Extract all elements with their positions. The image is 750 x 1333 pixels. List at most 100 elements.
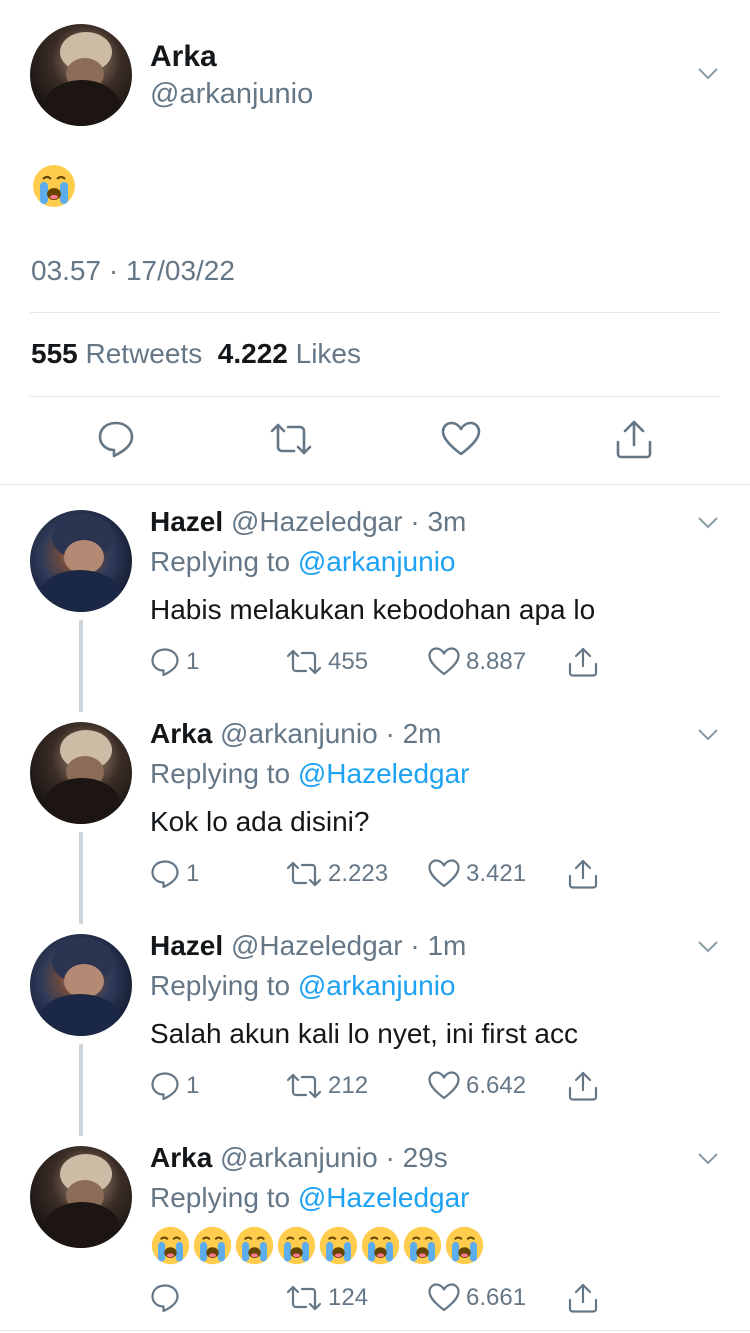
avatar[interactable] (30, 510, 132, 612)
loudly-crying-face-icon (193, 1226, 232, 1265)
retweet-action[interactable]: 2.223 (286, 858, 388, 890)
reply-action[interactable]: 1 (150, 646, 199, 678)
loudly-crying-face-icon (235, 1226, 274, 1265)
tweet-timestamp: 03.57 · 17/03/22 (31, 255, 235, 286)
chevron-down-icon[interactable] (697, 1147, 719, 1169)
time-separator: · (377, 718, 403, 749)
reply-text: Kok lo ada disini? (150, 806, 370, 837)
share-icon (568, 1071, 598, 1101)
share-action[interactable] (567, 858, 605, 890)
share-icon (568, 859, 598, 889)
avatar[interactable] (30, 24, 132, 126)
reply-icon (151, 1284, 179, 1313)
reply-action[interactable]: 1 (150, 858, 199, 890)
mention-link[interactable]: @arkanjunio (298, 970, 456, 1001)
like-action[interactable]: 3.421 (428, 858, 526, 890)
divider (0, 1330, 750, 1331)
replying-to: Replying to @arkanjunio (150, 970, 456, 1002)
reply-icon (151, 648, 179, 677)
like-action[interactable]: 8.887 (428, 646, 526, 678)
share-icon (568, 647, 598, 677)
share-icon[interactable] (614, 418, 654, 460)
retweets-count: 555 (31, 338, 78, 369)
loudly-crying-face-icon (319, 1226, 358, 1265)
reply-actions: 1 2.223 3.421 (150, 858, 600, 890)
share-action[interactable] (567, 646, 605, 678)
author-handle: @arkanjunio (220, 718, 378, 749)
reply-action[interactable] (150, 1282, 186, 1314)
reply-author[interactable]: Arka @arkanjunio · 2m (150, 718, 441, 750)
thread-line (79, 620, 83, 712)
like-action[interactable]: 6.642 (428, 1070, 526, 1102)
divider (30, 312, 720, 313)
like-count: 6.661 (466, 1284, 527, 1311)
reply-actions: 1 212 6.642 (150, 1070, 600, 1102)
share-icon (568, 1283, 598, 1313)
author-name: Hazel (150, 506, 224, 537)
reply-actions: 1 455 8.887 (150, 646, 600, 678)
reply-icon (151, 860, 179, 889)
reply-author[interactable]: Arka @arkanjunio · 29s (150, 1142, 448, 1174)
reply-icon[interactable] (97, 420, 135, 458)
author-handle: @arkanjunio (220, 1142, 378, 1173)
like-count: 6.642 (466, 1072, 527, 1099)
avatar[interactable] (30, 934, 132, 1036)
retweet-icon (286, 861, 322, 887)
loudly-crying-face-icon (403, 1226, 442, 1265)
avatar[interactable] (30, 722, 132, 824)
reply-author[interactable]: Hazel @Hazeledgar · 1m (150, 930, 466, 962)
share-action[interactable] (567, 1282, 605, 1314)
tweet-stats[interactable]: 555 Retweets 4.222 Likes (31, 338, 361, 370)
reply-action[interactable]: 1 (150, 1070, 199, 1102)
like-count: 8.887 (466, 648, 527, 675)
loudly-crying-face-icon (33, 165, 75, 207)
reply-text: Habis melakukan kebodohan apa lo (150, 594, 596, 625)
chevron-down-icon[interactable] (697, 511, 719, 533)
loudly-crying-face-icon (277, 1226, 316, 1265)
like-icon (428, 859, 460, 888)
author-name: Arka (150, 718, 213, 749)
loudly-crying-face-icon (445, 1226, 484, 1265)
like-icon[interactable] (441, 421, 481, 457)
retweet-count: 455 (328, 648, 369, 675)
likes-count: 4.222 (217, 338, 288, 369)
like-icon (428, 1283, 460, 1312)
replying-to: Replying to @Hazeledgar (150, 758, 470, 790)
retweet-icon (286, 649, 322, 675)
reply-count: 1 (186, 648, 200, 675)
avatar[interactable] (30, 1146, 132, 1248)
replying-prefix: Replying to (150, 758, 291, 789)
like-icon (428, 647, 460, 676)
retweet-action[interactable]: 124 (286, 1282, 368, 1314)
reply-author[interactable]: Hazel @Hazeledgar · 3m (150, 506, 466, 538)
reply-text: Salah akun kali lo nyet, ini first acc (150, 1018, 578, 1049)
author-handle[interactable]: @arkanjunio (150, 78, 313, 111)
replying-prefix: Replying to (150, 546, 291, 577)
retweet-count: 212 (328, 1072, 369, 1099)
replying-prefix: Replying to (150, 1182, 291, 1213)
retweet-icon[interactable] (269, 420, 313, 458)
time-separator: · (377, 1142, 403, 1173)
retweet-action[interactable]: 212 (286, 1070, 368, 1102)
author-name: Arka (150, 1142, 213, 1173)
like-action[interactable]: 6.661 (428, 1282, 526, 1314)
reply-emoji-text (150, 1225, 485, 1266)
mention-link[interactable]: @Hazeledgar (298, 758, 470, 789)
author-handle: @Hazeledgar (230, 930, 403, 961)
time-separator: · (402, 930, 428, 961)
chevron-down-icon[interactable] (697, 723, 719, 745)
author-name[interactable]: Arka (150, 40, 217, 74)
likes-label: Likes (295, 338, 362, 369)
retweets-label: Retweets (85, 338, 203, 369)
like-icon (428, 1071, 460, 1100)
share-action[interactable] (567, 1070, 605, 1102)
mention-link[interactable]: @Hazeledgar (298, 1182, 470, 1213)
like-count: 3.421 (466, 860, 527, 887)
reply-time: 3m (427, 506, 467, 537)
reply-actions: 124 6.661 (150, 1282, 600, 1314)
mention-link[interactable]: @arkanjunio (298, 546, 456, 577)
retweet-action[interactable]: 455 (286, 646, 368, 678)
chevron-down-icon[interactable] (697, 935, 719, 957)
replying-to: Replying to @arkanjunio (150, 546, 456, 578)
chevron-down-icon[interactable] (697, 62, 719, 84)
